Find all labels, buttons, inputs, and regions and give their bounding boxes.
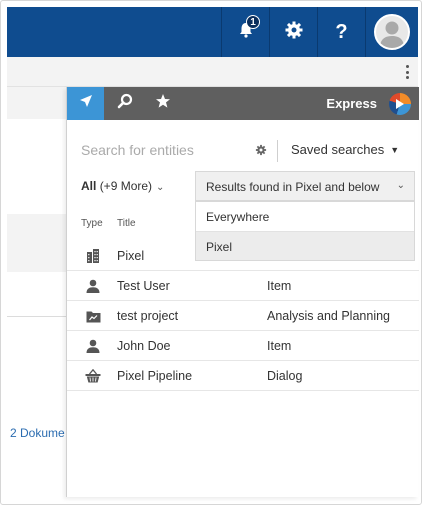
building-icon <box>85 249 101 263</box>
search-settings-gear-icon[interactable] <box>254 143 268 157</box>
user-avatar-icon <box>374 14 410 50</box>
user-menu-button[interactable] <box>365 7 418 57</box>
tab-favorites[interactable] <box>144 87 181 120</box>
result-row[interactable]: test project Analysis and Planning <box>67 301 419 331</box>
settings-button[interactable] <box>269 7 317 57</box>
gear-icon <box>284 20 304 45</box>
scope-dropdown-menu: Everywhere Pixel <box>195 201 415 261</box>
background-documents-link[interactable]: 2 Dokume <box>10 426 65 440</box>
background-divider <box>7 316 67 317</box>
scope-option-pixel[interactable]: Pixel <box>196 231 414 260</box>
result-title: Test User <box>117 279 170 293</box>
chevron-down-icon: ⌄ <box>156 182 165 193</box>
basket-icon <box>85 369 101 383</box>
result-row[interactable]: John Doe Item <box>67 331 419 361</box>
scope-dropdown[interactable]: Results found in Pixel and below ⌄ <box>195 171 415 201</box>
result-title: test project <box>117 309 179 323</box>
background-section-block <box>7 214 67 272</box>
caret-down-icon: ▼ <box>390 145 400 155</box>
secondary-toolbar <box>7 57 418 87</box>
result-title: John Doe <box>117 339 171 353</box>
scope-option-everywhere[interactable]: Everywhere <box>196 202 414 231</box>
tab-search[interactable] <box>106 87 143 120</box>
navigate-arrow-icon <box>79 94 93 113</box>
type-filter-dropdown[interactable]: All (+9 More) ⌄ <box>81 179 164 193</box>
product-name: Express <box>326 96 377 111</box>
star-icon <box>155 93 171 114</box>
search-divider <box>277 140 278 162</box>
express-logo-icon <box>389 93 411 115</box>
app-window: 1 ? 2 Dokume Express Search for entities… <box>0 0 422 505</box>
saved-searches-dropdown[interactable]: Saved searches ▼ <box>291 142 399 157</box>
tab-navigate[interactable] <box>67 87 104 120</box>
type-filter-more: (+9 More) <box>99 179 153 193</box>
help-button[interactable]: ? <box>317 7 365 57</box>
user-icon <box>85 339 101 353</box>
background-header-block <box>7 87 67 119</box>
more-options-icon[interactable] <box>404 65 410 79</box>
top-navigation-bar: 1 ? <box>7 7 418 57</box>
result-kind: Item <box>267 339 292 353</box>
column-title-header: Title <box>117 218 136 229</box>
result-title: Pixel <box>117 249 145 263</box>
result-row[interactable]: Test User Item <box>67 271 419 301</box>
scope-selected-label: Results found in Pixel and below <box>206 180 380 194</box>
type-filter-label: All <box>81 179 97 193</box>
result-kind: Dialog <box>267 369 303 383</box>
results-list: Pixel Test User Item test project Analys… <box>67 241 419 391</box>
saved-searches-label: Saved searches <box>291 142 385 157</box>
result-row[interactable]: Pixel Pipeline Dialog <box>67 361 419 391</box>
user-icon <box>85 279 101 293</box>
search-input[interactable] <box>81 140 241 160</box>
result-kind: Analysis and Planning <box>267 309 390 323</box>
chevron-down-icon: ⌄ <box>396 180 405 191</box>
project-folder-icon <box>85 309 101 323</box>
notification-count-badge: 1 <box>246 15 260 29</box>
search-icon <box>117 93 133 114</box>
search-row: Saved searches ▼ <box>67 134 419 166</box>
result-kind: Item <box>267 279 292 293</box>
notifications-button[interactable]: 1 <box>221 7 269 57</box>
result-title: Pixel Pipeline <box>117 369 193 383</box>
entity-search-panel: Express Search for entities Saved search… <box>66 87 419 497</box>
column-type-header: Type <box>81 218 103 229</box>
help-icon: ? <box>335 20 348 43</box>
panel-header: Express <box>67 87 419 120</box>
filter-row: All (+9 More) ⌄ Results found in Pixel an… <box>67 169 419 201</box>
